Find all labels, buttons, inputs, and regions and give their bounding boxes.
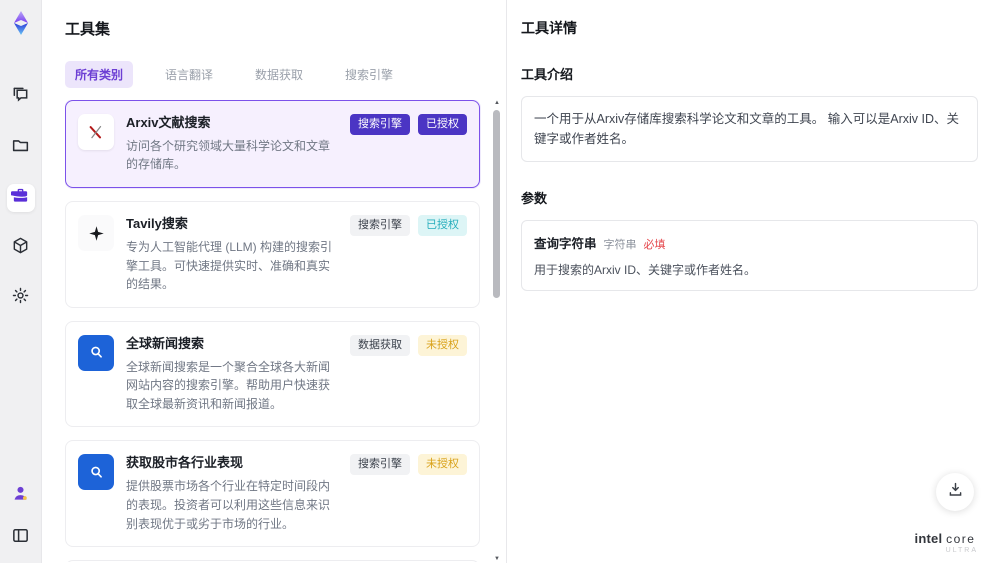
toolbox-icon bbox=[11, 186, 30, 210]
tool-list-panel: 工具集 所有类别 语言翻译 数据获取 搜索引擎 Arxiv文献搜索 访问各个研究… bbox=[42, 0, 506, 563]
auth-status-badge: 未授权 bbox=[418, 454, 467, 476]
app-logo[interactable] bbox=[8, 10, 34, 36]
tool-description: 访问各个研究领域大量科学论文和文章的存储库。 bbox=[126, 138, 331, 172]
param-type: 字符串 bbox=[603, 239, 637, 251]
params-heading: 参数 bbox=[521, 191, 548, 206]
scrollbar[interactable]: ▲ ▼ bbox=[493, 100, 500, 562]
param-required-badge: 必填 bbox=[643, 239, 666, 251]
category-tab[interactable]: 搜索引擎 bbox=[335, 61, 403, 88]
scroll-up-icon[interactable]: ▲ bbox=[494, 100, 500, 106]
intro-text: 一个用于从Arxiv存储库搜索科学论文和文章的工具。 输入可以是Arxiv ID… bbox=[534, 112, 960, 146]
param-name: 查询字符串 bbox=[534, 237, 597, 251]
tool-list: Arxiv文献搜索 访问各个研究领域大量科学论文和文章的存储库。 搜索引擎 已授… bbox=[65, 100, 480, 562]
auth-status-badge: 未授权 bbox=[418, 334, 467, 356]
chat-icon bbox=[11, 86, 30, 110]
auth-status-badge: 已授权 bbox=[418, 215, 467, 237]
collapse-panel-icon[interactable] bbox=[7, 521, 35, 549]
sidebar-item-chat[interactable] bbox=[7, 84, 35, 112]
category-badge: 数据获取 bbox=[350, 334, 410, 356]
tool-card[interactable]: 获取股市各行业表现 提供股票市场各个行业在特定时间段内的表现。投资者可以利用这些… bbox=[65, 440, 480, 548]
tool-card[interactable]: 全球新闻搜索 全球新闻搜索是一个聚合全球各大新闻网站内容的搜索引擎。帮助用户快速… bbox=[65, 320, 480, 428]
category-tabs: 所有类别 语言翻译 数据获取 搜索引擎 bbox=[65, 61, 506, 88]
tool-detail-panel: 工具详情 工具介绍 一个用于从Arxiv存储库搜索科学论文和文章的工具。 输入可… bbox=[506, 0, 1000, 563]
category-tab[interactable]: 所有类别 bbox=[65, 61, 134, 88]
auth-status-badge: 已授权 bbox=[418, 114, 467, 135]
tool-name: Tavily搜索 bbox=[126, 216, 188, 232]
detail-title: 工具详情 bbox=[521, 20, 577, 36]
intro-heading: 工具介绍 bbox=[521, 67, 574, 82]
tool-name: 获取股市各行业表现 bbox=[126, 455, 244, 471]
gear-icon bbox=[11, 286, 30, 310]
param-description: 用于搜索的Arxiv ID、关键字或作者姓名。 bbox=[534, 263, 757, 277]
tool-description: 专为人工智能代理 (LLM) 构建的搜索引擎工具。可快速提供实时、准确和真实的结… bbox=[126, 239, 333, 292]
page-title: 工具集 bbox=[65, 21, 111, 38]
tool-icon bbox=[78, 454, 114, 491]
intel-core-logo: intel core ULTRA bbox=[914, 531, 978, 554]
category-badge: 搜索引擎 bbox=[350, 114, 410, 135]
tool-icon bbox=[78, 215, 114, 252]
tool-name: Arxiv文献搜索 bbox=[126, 115, 211, 130]
user-avatar[interactable] bbox=[7, 479, 35, 507]
folder-icon bbox=[11, 136, 30, 160]
tool-description: 全球新闻搜索是一个聚合全球各大新闻网站内容的搜索引擎。帮助用户快速获取全球最新资… bbox=[126, 359, 331, 411]
tool-list-wrap: Arxiv文献搜索 访问各个研究领域大量科学论文和文章的存储库。 搜索引擎 已授… bbox=[65, 100, 506, 562]
tool-card[interactable]: 获取市场最活跃股票信息 提供当天交易量最高的股票列表，投资者可以利用这些信息来识… bbox=[65, 560, 480, 562]
tool-name: 全球新闻搜索 bbox=[126, 335, 205, 351]
tool-card[interactable]: Arxiv文献搜索 访问各个研究领域大量科学论文和文章的存储库。 搜索引擎 已授… bbox=[65, 100, 480, 189]
sidebar-item-plugins[interactable] bbox=[7, 234, 35, 262]
sidebar-item-files[interactable] bbox=[7, 134, 35, 162]
category-badge: 搜索引擎 bbox=[350, 454, 410, 476]
download-button[interactable] bbox=[936, 473, 974, 511]
category-tab[interactable]: 语言翻译 bbox=[155, 61, 223, 88]
download-icon bbox=[947, 481, 964, 503]
intro-box: 一个用于从Arxiv存储库搜索科学论文和文章的工具。 输入可以是Arxiv ID… bbox=[521, 96, 978, 162]
category-tab[interactable]: 数据获取 bbox=[245, 61, 313, 88]
tool-description: 提供股票市场各个行业在特定时间段内的表现。投资者可以利用这些信息来识别表现优于或… bbox=[126, 479, 331, 531]
sidebar-rail bbox=[0, 0, 42, 563]
category-badge: 搜索引擎 bbox=[350, 215, 410, 237]
tool-icon bbox=[78, 334, 114, 371]
cube-icon bbox=[11, 236, 30, 260]
tool-icon bbox=[78, 114, 114, 150]
scrollbar-thumb[interactable] bbox=[493, 110, 500, 298]
tool-card[interactable]: Tavily搜索 专为人工智能代理 (LLM) 构建的搜索引擎工具。可快速提供实… bbox=[65, 201, 480, 308]
sidebar-item-settings[interactable] bbox=[7, 284, 35, 312]
scroll-down-icon[interactable]: ▼ bbox=[494, 556, 500, 562]
param-box: 查询字符串 字符串 必填 用于搜索的Arxiv ID、关键字或作者姓名。 bbox=[521, 220, 978, 291]
sidebar-item-tools[interactable] bbox=[6, 184, 35, 212]
